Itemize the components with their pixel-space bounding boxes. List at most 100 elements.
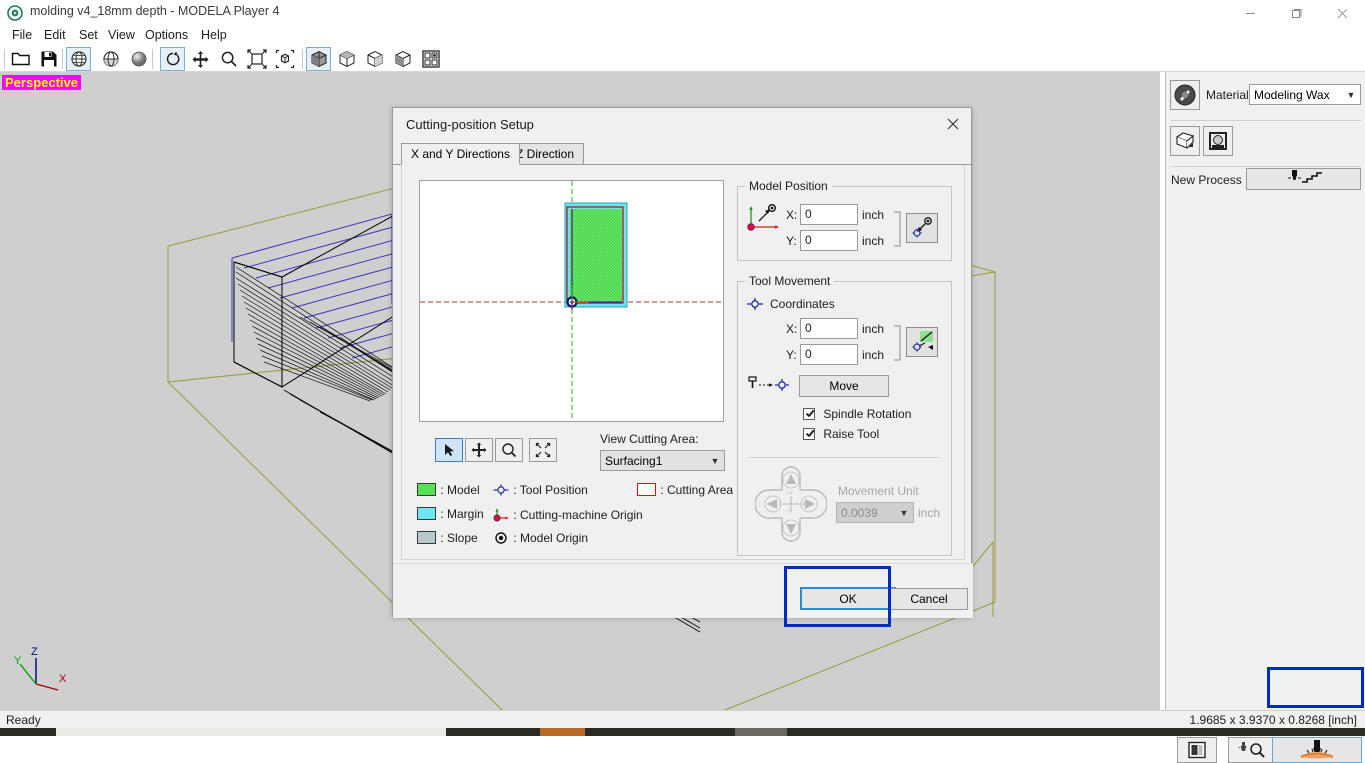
legend-margin: : Margin <box>417 507 484 521</box>
select-arrow-tool-icon[interactable] <box>435 438 463 462</box>
cancel-button[interactable]: Cancel <box>890 588 968 610</box>
down-arrow-icon <box>782 519 800 537</box>
legend-cutting-area: : Cutting Area <box>637 483 733 497</box>
status-bar: Ready 1.9685 x 3.9370 x 0.8268 [inch] <box>0 710 1365 728</box>
tool-direction-pad[interactable]: +Y -Y -X +X <box>755 462 827 546</box>
legend-margin-label: : Margin <box>440 507 484 521</box>
view-cutting-area-value: Surfacing1 <box>605 453 663 468</box>
menu-edit[interactable]: Edit <box>39 26 71 44</box>
taskbar-app-2[interactable] <box>735 728 787 736</box>
legend-slope-label: : Slope <box>440 531 478 545</box>
tool-movement-x-label: X: <box>786 322 798 336</box>
movement-unit-value: 0.0039 <box>841 505 878 520</box>
window-title: molding v4_18mm depth - MODELA Player 4 <box>30 4 280 18</box>
view-cutting-area-label: View Cutting Area: <box>600 432 699 446</box>
view-front-icon[interactable] <box>362 47 387 71</box>
dialog-tabstrip: X and Y Directions Z Direction <box>393 143 973 165</box>
legend-cutting-area-label: : Cutting Area <box>660 483 734 497</box>
menu-file[interactable]: File <box>7 26 37 44</box>
set-model-origin-icon[interactable] <box>906 213 938 243</box>
ok-button[interactable]: OK <box>800 587 896 610</box>
tool-movement-y-input[interactable]: 0 <box>800 344 858 365</box>
pan-view-icon[interactable] <box>188 47 213 71</box>
taskbar-search-box[interactable] <box>56 728 446 736</box>
zoom-tool-icon[interactable] <box>495 438 523 462</box>
view-perspective-icon[interactable] <box>306 47 331 71</box>
view-side-icon[interactable] <box>390 47 415 71</box>
fit-view-tool-icon[interactable] <box>529 438 557 462</box>
solid-sphere-view-icon[interactable] <box>126 47 151 71</box>
tool-move-icon <box>746 375 792 398</box>
model-preview-icon[interactable] <box>1203 126 1233 156</box>
menu-set[interactable]: Set <box>74 26 103 44</box>
minimize-button[interactable] <box>1227 0 1273 26</box>
view-top-icon[interactable] <box>334 47 359 71</box>
new-process-button[interactable] <box>1246 168 1361 190</box>
move-button[interactable]: Move <box>799 375 889 397</box>
material-label: Material <box>1206 88 1249 102</box>
zoom-selection-icon[interactable] <box>272 47 297 71</box>
model-dimensions: 1.9685 x 3.9370 x 0.8268 [inch] <box>1189 713 1357 727</box>
axis-gizmo: Z X Y <box>14 646 67 691</box>
taskbar-app-1[interactable] <box>540 728 585 736</box>
dialog-close-button[interactable] <box>939 113 967 135</box>
view-cutting-area-select[interactable]: Surfacing1 ▼ <box>600 450 725 471</box>
model-position-brace <box>894 211 901 247</box>
model-position-y-input[interactable]: 0 <box>800 230 858 251</box>
new-process-label: New Process <box>1171 173 1242 187</box>
model-shape-icon[interactable] <box>1170 126 1200 156</box>
title-bar: molding v4_18mm depth - MODELA Player 4 <box>0 0 1365 26</box>
model-swatch <box>417 483 436 496</box>
modela-app-icon <box>7 5 23 21</box>
zoom-view-icon[interactable] <box>216 47 241 71</box>
tool-movement-x-input[interactable]: 0 <box>800 318 858 339</box>
cutting-area-swatch <box>637 483 656 496</box>
pan-tool-icon[interactable] <box>465 438 493 462</box>
taskbar-clock[interactable] <box>1295 728 1345 736</box>
view-multi-icon[interactable] <box>418 47 443 71</box>
raise-tool-checkbox[interactable]: Raise Tool <box>803 427 879 441</box>
close-button[interactable] <box>1319 0 1365 26</box>
save-file-icon[interactable] <box>36 47 61 71</box>
open-file-icon[interactable] <box>8 47 33 71</box>
menu-options[interactable]: Options <box>140 26 193 44</box>
fit-to-window-icon[interactable] <box>244 47 269 71</box>
virtual-modela-icon[interactable] <box>1177 737 1217 763</box>
slope-swatch <box>417 531 436 544</box>
preview-graphic <box>420 181 723 421</box>
model-position-x-input[interactable]: 0 <box>800 204 858 225</box>
legend-cutting-machine-origin-label: : Cutting-machine Origin <box>513 508 643 522</box>
dialog-title: Cutting-position Setup <box>406 117 534 132</box>
material-select[interactable]: Modeling Wax ▼ <box>1249 84 1361 105</box>
tab-x-and-y-directions[interactable]: X and Y Directions <box>401 143 520 165</box>
svg-text:Y: Y <box>14 655 22 667</box>
svg-text:+Y: +Y <box>786 491 793 497</box>
windows-taskbar <box>0 728 1365 736</box>
coordinates-label: Coordinates <box>770 297 835 311</box>
tool-position-icon <box>492 483 510 500</box>
menu-help[interactable]: Help <box>196 26 232 44</box>
tool-movement-brace <box>894 325 901 361</box>
cutting-area-preview[interactable] <box>419 180 724 422</box>
model-position-axes-icon <box>745 203 781 236</box>
legend-model-origin-label: : Model Origin <box>513 531 589 545</box>
model-position-title: Model Position <box>745 179 832 193</box>
wireframe-globe-view-icon[interactable] <box>98 47 123 71</box>
movement-unit-select: 0.0039 ▼ <box>836 502 914 523</box>
material-swatch-icon[interactable] <box>1170 80 1200 110</box>
model-position-x-label: X: <box>786 208 798 222</box>
movement-unit-label: Movement Unit <box>838 484 919 498</box>
up-arrow-icon <box>782 471 800 489</box>
tool-movement-y-unit: inch <box>862 348 885 362</box>
tool-movement-x-unit: inch <box>862 322 885 336</box>
spindle-rotation-checkbox[interactable]: Spindle Rotation <box>803 407 911 421</box>
set-tool-position-icon[interactable] <box>906 327 938 357</box>
start-cutting-icon[interactable] <box>1272 737 1362 763</box>
maximize-button[interactable] <box>1273 0 1319 26</box>
menu-view[interactable]: View <box>103 26 140 44</box>
shaded-globe-view-icon[interactable] <box>66 47 91 71</box>
main-toolbar <box>0 45 1365 72</box>
model-position-y-unit: inch <box>862 234 885 248</box>
rotate-view-icon[interactable] <box>160 47 185 71</box>
movement-unit-suffix: inch <box>918 506 941 520</box>
